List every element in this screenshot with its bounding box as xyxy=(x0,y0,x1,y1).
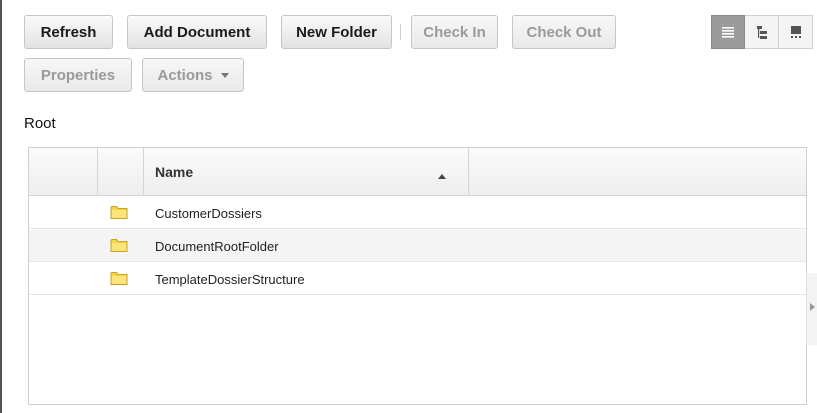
row-name[interactable]: DocumentRootFolder xyxy=(155,239,279,254)
check-in-button[interactable]: Check In xyxy=(411,15,498,49)
details-view-icon xyxy=(722,27,734,38)
add-document-button[interactable]: Add Document xyxy=(127,15,267,49)
column-header-name[interactable]: Name xyxy=(144,148,469,195)
toolbar-separator xyxy=(400,24,401,40)
document-grid: Name CustomerDossiers DocumentRootFolder xyxy=(28,147,817,405)
document-browser: Refresh Add Document New Folder Check In… xyxy=(0,0,817,413)
chevron-down-icon xyxy=(220,72,229,78)
toolbar-secondary: Properties Actions xyxy=(24,58,258,92)
refresh-button[interactable]: Refresh xyxy=(24,15,113,49)
column-header-select[interactable] xyxy=(29,148,98,195)
column-header-icon[interactable] xyxy=(98,148,144,195)
tree-view-button[interactable] xyxy=(745,15,779,49)
grid-header: Name xyxy=(29,148,806,196)
folder-icon xyxy=(110,239,128,252)
column-header-filler xyxy=(469,148,806,195)
row-name[interactable]: TemplateDossierStructure xyxy=(155,272,305,287)
check-out-button[interactable]: Check Out xyxy=(512,15,616,49)
table-row[interactable]: CustomerDossiers xyxy=(29,197,806,229)
thumbnail-view-button[interactable] xyxy=(779,15,813,49)
actions-label: Actions xyxy=(157,66,213,84)
view-mode-switch xyxy=(711,15,813,49)
tree-view-icon xyxy=(756,26,767,39)
actions-dropdown[interactable]: Actions xyxy=(142,58,244,92)
row-name[interactable]: CustomerDossiers xyxy=(155,206,262,221)
column-name-label: Name xyxy=(155,164,194,180)
collapse-panel-handle[interactable] xyxy=(806,273,817,345)
breadcrumb[interactable]: Root xyxy=(24,115,56,132)
thumbnail-view-icon xyxy=(790,26,801,38)
chevron-right-icon xyxy=(810,303,815,311)
table-row[interactable]: TemplateDossierStructure xyxy=(29,263,806,295)
folder-icon xyxy=(110,272,128,285)
table-row[interactable]: DocumentRootFolder xyxy=(29,230,806,262)
properties-button[interactable]: Properties xyxy=(24,58,132,92)
folder-icon xyxy=(110,206,128,219)
details-view-button[interactable] xyxy=(711,15,745,49)
toolbar-primary: Refresh Add Document New Folder Check In… xyxy=(24,15,630,49)
new-folder-button[interactable]: New Folder xyxy=(281,15,392,49)
sort-ascending-icon xyxy=(438,174,446,179)
